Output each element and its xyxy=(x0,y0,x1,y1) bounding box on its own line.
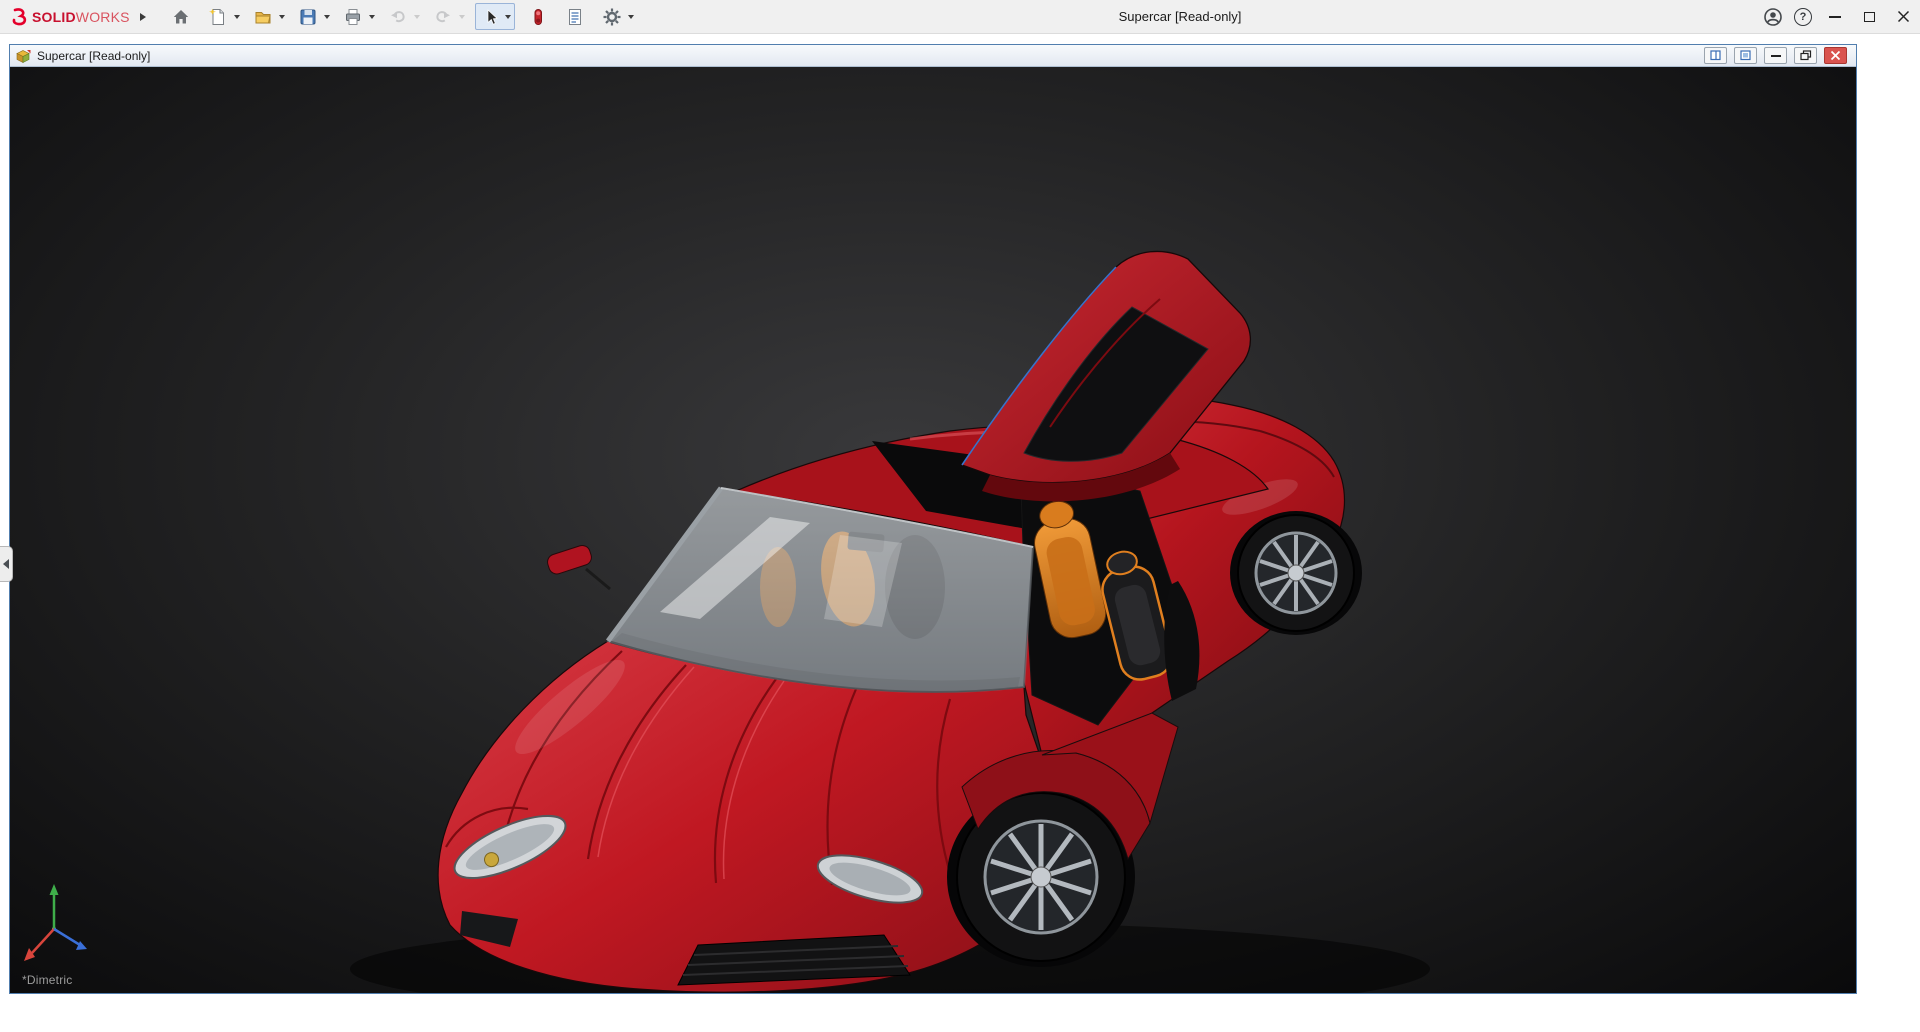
select-dropdown[interactable] xyxy=(505,15,511,19)
close-icon xyxy=(1897,10,1910,23)
redo-icon xyxy=(433,7,453,27)
doc-restore-button[interactable] xyxy=(1794,47,1817,64)
solidworks-logo[interactable]: SOLIDWORKS xyxy=(8,7,130,27)
orientation-triad[interactable] xyxy=(24,884,87,961)
options-button[interactable] xyxy=(599,3,626,30)
car-rear-wheel xyxy=(1230,511,1362,635)
app-titlebar[interactable]: SOLIDWORKS xyxy=(0,0,1920,34)
document-window-controls xyxy=(1704,47,1851,64)
print-button[interactable] xyxy=(340,3,367,30)
view-orientation-label: *Dimetric xyxy=(22,973,72,987)
options-dropdown[interactable] xyxy=(628,15,634,19)
home-icon xyxy=(171,7,191,27)
new-document-icon xyxy=(208,7,228,27)
file-properties-button[interactable] xyxy=(562,3,589,30)
doc-minimize-button[interactable] xyxy=(1764,47,1787,64)
open-folder-icon xyxy=(253,7,273,27)
select-cursor-icon xyxy=(482,8,500,26)
app-title: Supercar [Read-only] xyxy=(1060,9,1300,24)
document-title: Supercar [Read-only] xyxy=(37,49,150,63)
maximize-button[interactable] xyxy=(1852,0,1886,34)
document-part-icon xyxy=(15,48,31,64)
undo-button[interactable] xyxy=(385,3,412,30)
help-icon: ? xyxy=(1794,8,1812,26)
doc-minimize-icon xyxy=(1771,55,1781,57)
select-tool-group xyxy=(475,3,515,30)
display-pane-button[interactable] xyxy=(1704,47,1727,64)
new-document-button[interactable] xyxy=(205,3,232,30)
triad-z-axis xyxy=(54,929,80,945)
account-icon xyxy=(1763,7,1783,27)
doc-close-icon xyxy=(1830,50,1841,61)
options-gear-icon xyxy=(602,7,622,27)
save-dropdown[interactable] xyxy=(324,15,330,19)
undo-icon xyxy=(388,7,408,27)
home-button[interactable] xyxy=(168,3,195,30)
help-button[interactable]: ? xyxy=(1788,0,1818,34)
triad-x-axis xyxy=(32,929,54,953)
account-button[interactable] xyxy=(1758,0,1788,34)
menu-flyout-arrow-icon[interactable] xyxy=(140,13,146,21)
document-titlebar[interactable]: Supercar [Read-only] xyxy=(10,45,1856,67)
undo-dropdown[interactable] xyxy=(414,15,420,19)
preview-pane-icon xyxy=(1740,50,1752,61)
rebuild-traffic-light-icon xyxy=(528,7,548,27)
side-mirror xyxy=(545,543,610,589)
car-model[interactable] xyxy=(350,251,1430,993)
redo-dropdown[interactable] xyxy=(459,15,465,19)
3d-scene-canvas[interactable] xyxy=(10,67,1856,993)
file-properties-icon xyxy=(565,7,585,27)
display-pane-icon xyxy=(1710,50,1722,61)
select-button[interactable] xyxy=(479,5,503,29)
3d-viewport[interactable]: *Dimetric xyxy=(10,67,1856,993)
workspace: Supercar [Read-only] xyxy=(0,34,1920,1032)
print-dropdown[interactable] xyxy=(369,15,375,19)
doc-restore-icon xyxy=(1800,50,1812,61)
print-icon xyxy=(343,7,363,27)
quick-access-toolbar xyxy=(168,3,643,30)
ds-swirl-icon xyxy=(8,7,28,27)
maximize-icon xyxy=(1864,12,1875,22)
car-front xyxy=(438,641,1054,992)
minimize-button[interactable] xyxy=(1818,0,1852,34)
featuremanager-collapse-tab[interactable] xyxy=(0,546,13,582)
preview-pane-button[interactable] xyxy=(1734,47,1757,64)
save-icon xyxy=(298,7,318,27)
open-button[interactable] xyxy=(250,3,277,30)
minimize-icon xyxy=(1829,16,1841,18)
save-button[interactable] xyxy=(295,3,322,30)
brand-name: SOLIDWORKS xyxy=(32,9,130,25)
window-controls: ? xyxy=(1758,0,1920,34)
rebuild-button[interactable] xyxy=(525,3,552,30)
doc-close-button[interactable] xyxy=(1824,47,1847,64)
document-window: Supercar [Read-only] xyxy=(9,44,1857,994)
open-dropdown[interactable] xyxy=(279,15,285,19)
new-document-dropdown[interactable] xyxy=(234,15,240,19)
chevron-left-icon xyxy=(3,559,9,569)
close-button[interactable] xyxy=(1886,0,1920,34)
redo-button[interactable] xyxy=(430,3,457,30)
